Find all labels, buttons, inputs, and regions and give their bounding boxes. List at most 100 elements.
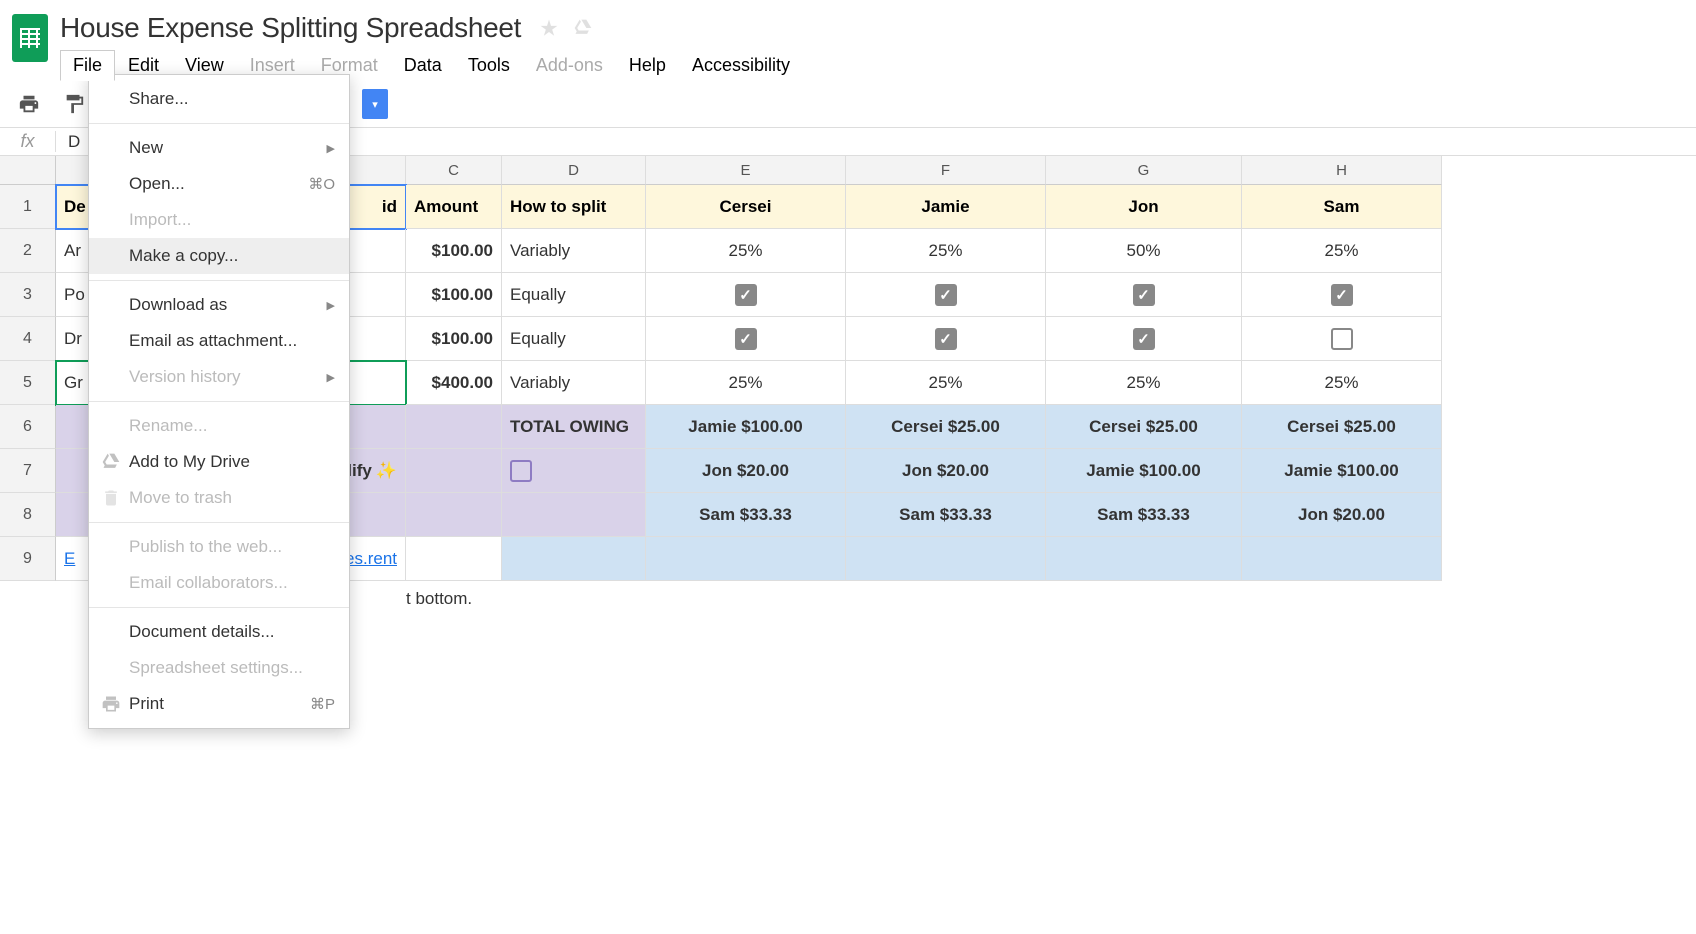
select-all-corner[interactable] bbox=[0, 156, 56, 185]
menu-addons[interactable]: Add-ons bbox=[523, 50, 616, 81]
checkbox-icon[interactable] bbox=[1133, 284, 1155, 306]
cell-d4[interactable]: Equally bbox=[502, 317, 646, 361]
row-header-8[interactable]: 8 bbox=[0, 493, 56, 537]
menu-share[interactable]: Share... bbox=[89, 81, 349, 117]
cell-h8[interactable]: Jon $20.00 bbox=[1242, 493, 1442, 537]
toolbar-dropdown-button[interactable] bbox=[362, 89, 388, 119]
row-header-3[interactable]: 3 bbox=[0, 273, 56, 317]
cell-g2[interactable]: 50% bbox=[1046, 229, 1242, 273]
checkbox-icon[interactable] bbox=[1331, 328, 1353, 350]
checkbox-icon[interactable] bbox=[1133, 328, 1155, 350]
cell-f9[interactable] bbox=[846, 537, 1046, 581]
row-header-1[interactable]: 1 bbox=[0, 185, 56, 229]
checkbox-icon[interactable] bbox=[735, 328, 757, 350]
cell-c5[interactable]: $400.00 bbox=[406, 361, 502, 405]
col-header-e[interactable]: E bbox=[646, 156, 846, 185]
menu-new[interactable]: New▶ bbox=[89, 130, 349, 166]
cell-d3[interactable]: Equally bbox=[502, 273, 646, 317]
cell-g1[interactable]: Jon bbox=[1046, 185, 1242, 229]
cell-h3[interactable] bbox=[1242, 273, 1442, 317]
menu-print[interactable]: Print ⌘P bbox=[89, 686, 349, 722]
cell-d5[interactable]: Variably bbox=[502, 361, 646, 405]
cell-d6[interactable]: TOTAL OWING bbox=[502, 405, 646, 449]
cell-c2[interactable]: $100.00 bbox=[406, 229, 502, 273]
sheets-logo[interactable] bbox=[8, 8, 52, 68]
menu-email-attachment[interactable]: Email as attachment... bbox=[89, 323, 349, 359]
cell-h4[interactable] bbox=[1242, 317, 1442, 361]
row-header-6[interactable]: 6 bbox=[0, 405, 56, 449]
cell-h9[interactable] bbox=[1242, 537, 1442, 581]
cell-h7[interactable]: Jamie $100.00 bbox=[1242, 449, 1442, 493]
cell-g4[interactable] bbox=[1046, 317, 1242, 361]
cell-c4[interactable]: $100.00 bbox=[406, 317, 502, 361]
cell-c9[interactable] bbox=[406, 537, 502, 581]
checkbox-icon[interactable] bbox=[935, 284, 957, 306]
col-header-g[interactable]: G bbox=[1046, 156, 1242, 185]
col-header-c[interactable]: C bbox=[406, 156, 502, 185]
cell-c6[interactable] bbox=[406, 405, 502, 449]
cell-f2[interactable]: 25% bbox=[846, 229, 1046, 273]
cell-g9[interactable] bbox=[1046, 537, 1242, 581]
row-header-9[interactable]: 9 bbox=[0, 537, 56, 581]
star-icon[interactable] bbox=[539, 18, 559, 38]
checkbox-icon[interactable] bbox=[935, 328, 957, 350]
cell-f8[interactable]: Sam $33.33 bbox=[846, 493, 1046, 537]
cell-f5[interactable]: 25% bbox=[846, 361, 1046, 405]
cell-c3[interactable]: $100.00 bbox=[406, 273, 502, 317]
cell-g7[interactable]: Jamie $100.00 bbox=[1046, 449, 1242, 493]
cell-f7[interactable]: Jon $20.00 bbox=[846, 449, 1046, 493]
cell-h5[interactable]: 25% bbox=[1242, 361, 1442, 405]
cell-f3[interactable] bbox=[846, 273, 1046, 317]
cell-c7[interactable] bbox=[406, 449, 502, 493]
move-to-drive-icon[interactable] bbox=[573, 18, 593, 38]
cell-f4[interactable] bbox=[846, 317, 1046, 361]
menu-help[interactable]: Help bbox=[616, 50, 679, 81]
cell-d2[interactable]: Variably bbox=[502, 229, 646, 273]
cell-f6[interactable]: Cersei $25.00 bbox=[846, 405, 1046, 449]
row-header-4[interactable]: 4 bbox=[0, 317, 56, 361]
cell-f1[interactable]: Jamie bbox=[846, 185, 1046, 229]
cell-e5[interactable]: 25% bbox=[646, 361, 846, 405]
cell-c8[interactable] bbox=[406, 493, 502, 537]
cell-d1[interactable]: How to split bbox=[502, 185, 646, 229]
col-header-d[interactable]: D bbox=[502, 156, 646, 185]
cell-e7[interactable]: Jon $20.00 bbox=[646, 449, 846, 493]
cell-g8[interactable]: Sam $33.33 bbox=[1046, 493, 1242, 537]
menu-download-as[interactable]: Download as▶ bbox=[89, 287, 349, 323]
document-title[interactable]: House Expense Splitting Spreadsheet bbox=[60, 12, 521, 44]
menu-make-copy[interactable]: Make a copy... bbox=[89, 238, 349, 274]
col-header-h[interactable]: H bbox=[1242, 156, 1442, 185]
cell-d8[interactable] bbox=[502, 493, 646, 537]
menu-file[interactable]: File bbox=[60, 50, 115, 81]
cell-e6[interactable]: Jamie $100.00 bbox=[646, 405, 846, 449]
cell-e4[interactable] bbox=[646, 317, 846, 361]
cell-d7[interactable] bbox=[502, 449, 646, 493]
cell-g6[interactable]: Cersei $25.00 bbox=[1046, 405, 1242, 449]
row-header-2[interactable]: 2 bbox=[0, 229, 56, 273]
checkbox-icon[interactable] bbox=[510, 460, 532, 482]
checkbox-icon[interactable] bbox=[735, 284, 757, 306]
print-button[interactable] bbox=[12, 89, 46, 119]
menu-data[interactable]: Data bbox=[391, 50, 455, 81]
cell-g5[interactable]: 25% bbox=[1046, 361, 1242, 405]
cell-e2[interactable]: 25% bbox=[646, 229, 846, 273]
cell-e9[interactable] bbox=[646, 537, 846, 581]
cell-h1[interactable]: Sam bbox=[1242, 185, 1442, 229]
cell-c1[interactable]: Amount bbox=[406, 185, 502, 229]
menu-open[interactable]: Open...⌘O bbox=[89, 166, 349, 202]
cell-d9[interactable] bbox=[502, 537, 646, 581]
row-header-5[interactable]: 5 bbox=[0, 361, 56, 405]
cell-e8[interactable]: Sam $33.33 bbox=[646, 493, 846, 537]
row-header-7[interactable]: 7 bbox=[0, 449, 56, 493]
menu-add-to-drive[interactable]: Add to My Drive bbox=[89, 444, 349, 480]
col-header-f[interactable]: F bbox=[846, 156, 1046, 185]
menu-doc-details[interactable]: Document details... bbox=[89, 614, 349, 650]
menu-accessibility[interactable]: Accessibility bbox=[679, 50, 803, 81]
checkbox-icon[interactable] bbox=[1331, 284, 1353, 306]
cell-h6[interactable]: Cersei $25.00 bbox=[1242, 405, 1442, 449]
cell-h2[interactable]: 25% bbox=[1242, 229, 1442, 273]
cell-e1[interactable]: Cersei bbox=[646, 185, 846, 229]
menu-tools[interactable]: Tools bbox=[455, 50, 523, 81]
cell-e3[interactable] bbox=[646, 273, 846, 317]
cell-g3[interactable] bbox=[1046, 273, 1242, 317]
